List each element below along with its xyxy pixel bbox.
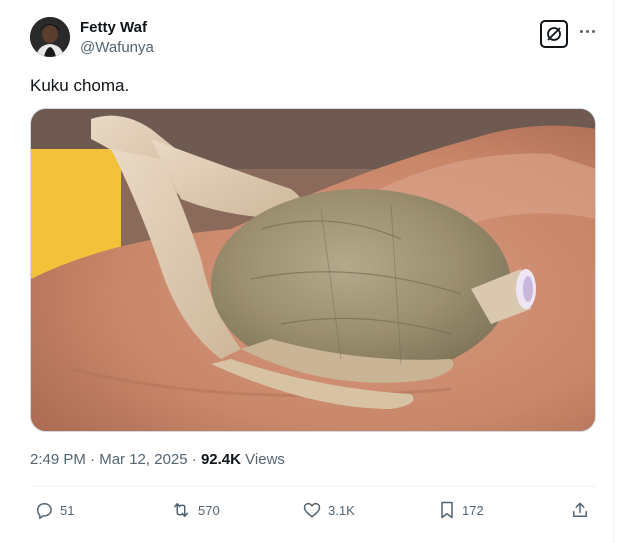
reply-icon (37, 503, 52, 520)
views-label: Views (245, 451, 285, 468)
like-count: 3.1K (328, 502, 355, 518)
repost-button[interactable]: 570 (170, 499, 220, 521)
views-count: 92.4K (200, 451, 241, 468)
more-icon-dot (579, 29, 583, 33)
share-icon (573, 502, 587, 517)
grok-button[interactable] (540, 20, 568, 48)
bookmark-button[interactable]: 172 (438, 499, 484, 521)
more-icon-dot (591, 29, 595, 33)
reply-count: 51 (60, 502, 75, 518)
repost-icon (174, 503, 188, 517)
reply-button[interactable]: 51 (34, 499, 74, 521)
avatar[interactable] (30, 17, 70, 57)
author-display-name[interactable]: Fetty Waf (80, 19, 147, 37)
divider (30, 486, 596, 487)
tweet-time[interactable]: 2:49 PM (30, 451, 86, 468)
meta-separator-2: · (191, 451, 197, 468)
grok-icon (547, 27, 561, 41)
more-button[interactable] (577, 24, 597, 38)
bookmark-count: 172 (462, 502, 484, 518)
more-icon-dot (585, 29, 589, 33)
share-button[interactable] (570, 499, 590, 521)
tweet-text: Kuku choma. (30, 76, 130, 95)
tweet-date[interactable]: Mar 12, 2025 (99, 451, 187, 468)
like-button[interactable]: 3.1K (302, 499, 355, 521)
tweet-media-image[interactable] (30, 108, 596, 432)
meta-separator: · (90, 451, 96, 468)
heart-icon (303, 502, 321, 518)
author-handle[interactable]: @Wafunya (80, 39, 154, 57)
repost-count: 570 (198, 502, 220, 518)
tweet-timestamp[interactable]: 2:49 PM · Mar 12, 2025 · 92.4K Views (30, 450, 285, 470)
bookmark-icon (441, 501, 453, 519)
